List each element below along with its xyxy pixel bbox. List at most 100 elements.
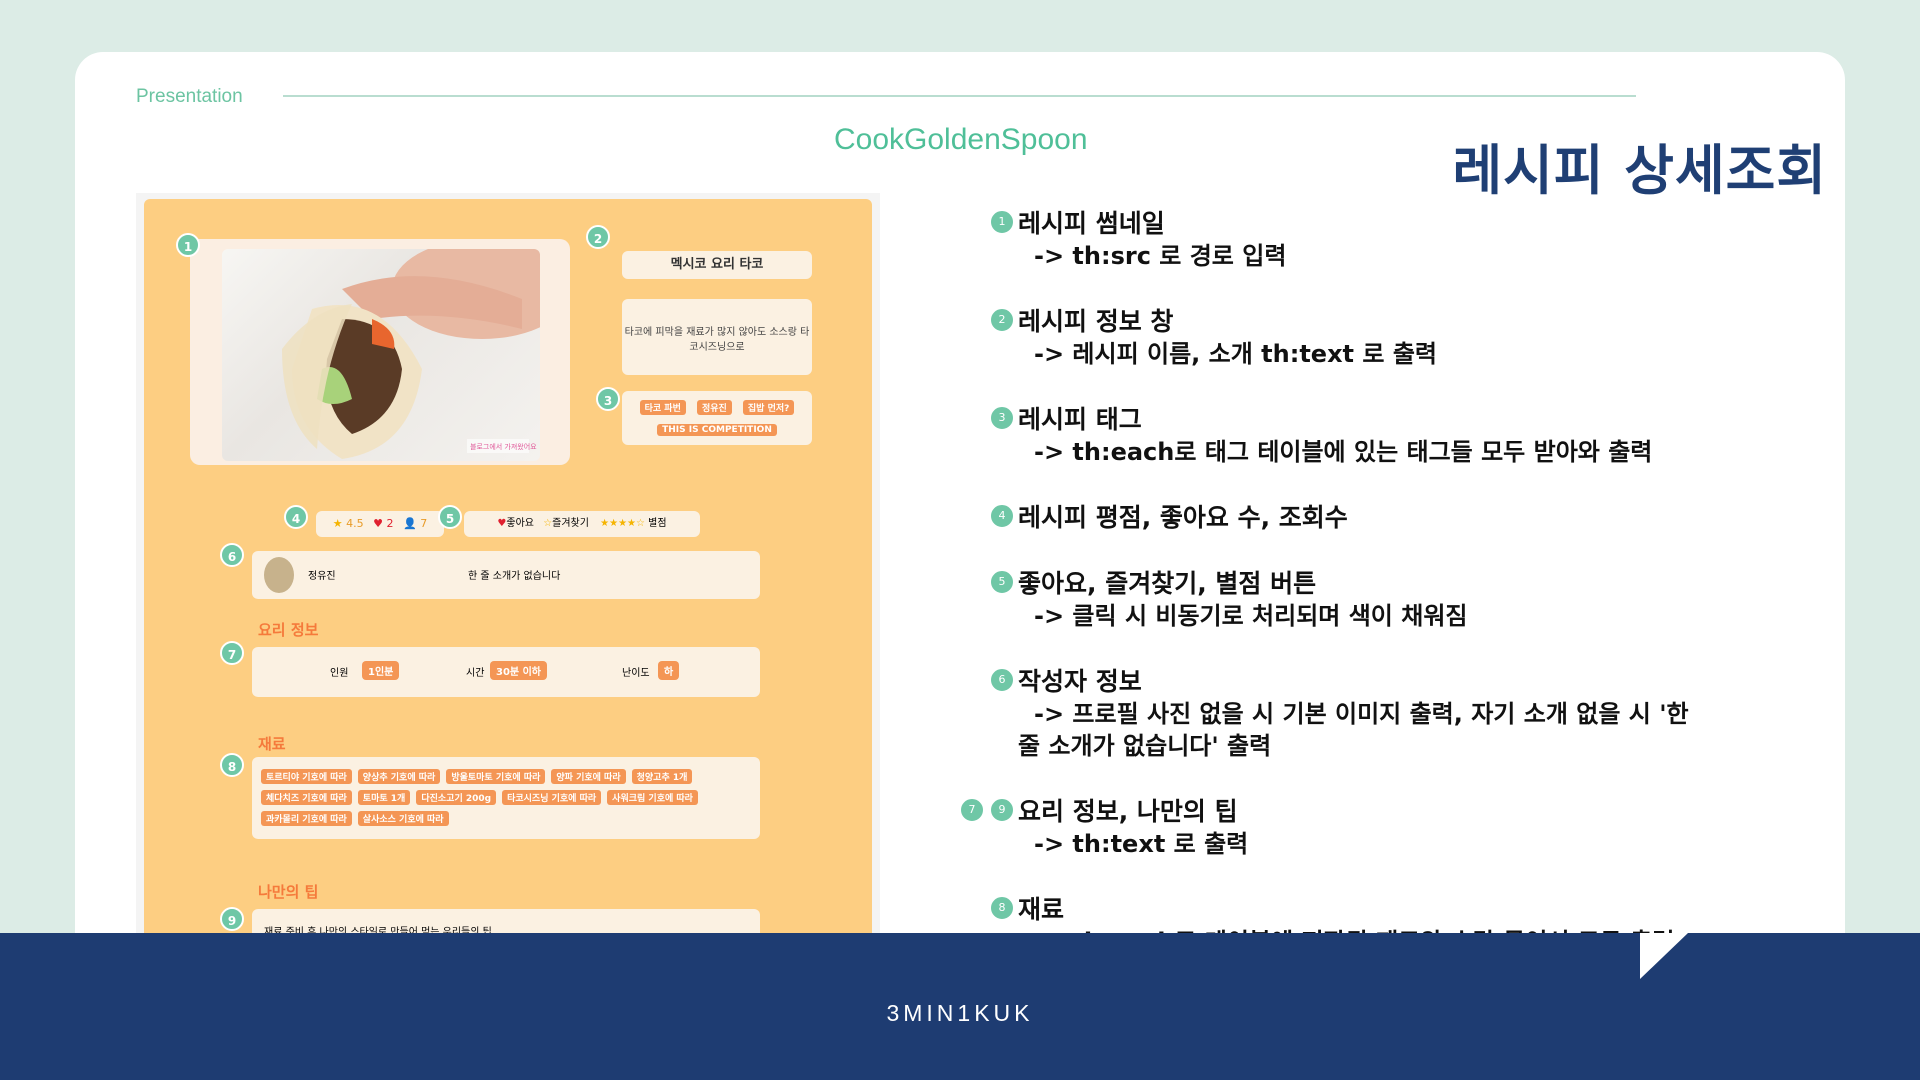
rating-value: 4.5 xyxy=(346,517,364,530)
ingredient-item: 과카몰리 기호에 따라 xyxy=(261,811,352,826)
ingredient-item: 다진소고기 200g xyxy=(416,790,497,805)
ingredient-item: 토마토 1개 xyxy=(357,790,411,805)
note-number: 8 xyxy=(990,896,1014,920)
footer-corner xyxy=(1640,933,1688,979)
note-item: 6 작성자 정보 -> 프로필 사진 없을 시 기본 이미지 출력, 자기 소개… xyxy=(990,666,1710,762)
marker-1: 1 xyxy=(176,233,200,257)
note-number-extra: 7 xyxy=(960,798,984,822)
star-icon: ★ xyxy=(332,517,343,530)
author-info: 정유진 한 줄 소개가 없습니다 xyxy=(252,551,760,599)
marker-2: 2 xyxy=(586,225,610,249)
people-label: 인원 xyxy=(330,668,349,679)
marker-8: 8 xyxy=(220,753,244,777)
note-item: 7 9 요리 정보, 나만의 팁 -> th:text 로 출력 xyxy=(960,796,1710,860)
author-intro: 한 줄 소개가 없습니다 xyxy=(468,571,561,582)
marker-6: 6 xyxy=(220,543,244,567)
avatar xyxy=(264,557,294,593)
note-detail: -> 레시피 이름, 소개 th:text 로 출력 xyxy=(1034,340,1437,368)
note-number: 1 xyxy=(990,210,1014,234)
ingredients-heading: 재료 xyxy=(258,735,286,753)
thumbnail-watermark: 블로그에서 가져왔어요 xyxy=(470,442,537,451)
note-title: 재료 xyxy=(1018,895,1065,924)
recipe-detail-panel: 블로그에서 가져왔어요 멕시코 요리 타코 타코에 피막을 재료가 많지 않아도… xyxy=(144,199,872,978)
note-number: 4 xyxy=(990,504,1014,528)
author-name: 정유진 xyxy=(308,571,336,582)
note-number: 9 xyxy=(990,798,1014,822)
note-item: 3 레시피 태그 -> th:each로 태그 테이블에 있는 태그들 모두 받… xyxy=(990,404,1710,468)
note-title: 레시피 썸네일 xyxy=(1018,209,1165,238)
recipe-title: 멕시코 요리 타코 xyxy=(622,251,812,279)
note-item: 4 레시피 평점, 좋아요 수, 조회수 xyxy=(990,502,1710,534)
marker-3: 3 xyxy=(596,387,620,411)
ingredient-item: 타코시즈닝 기호에 따라 xyxy=(502,790,602,805)
note-title: 요리 정보, 나만의 팁 xyxy=(1018,797,1238,826)
ingredient-item: 토르티야 기호에 따라 xyxy=(261,769,352,784)
brand-name: CookGoldenSpoon xyxy=(834,123,1088,156)
note-title: 레시피 태그 xyxy=(1018,405,1142,434)
note-item: 2 레시피 정보 창 -> 레시피 이름, 소개 th:text 로 출력 xyxy=(990,306,1710,370)
note-title: 좋아요, 즐겨찾기, 별점 버튼 xyxy=(1018,569,1317,598)
ingredient-item: 청양고추 1개 xyxy=(631,769,693,784)
recipe-detail-screenshot: 블로그에서 가져왔어요 멕시코 요리 타코 타코에 피막을 재료가 많지 않아도… xyxy=(136,193,880,978)
level-label: 난이도 xyxy=(622,668,650,679)
time-value: 30분 이하 xyxy=(490,661,547,680)
note-title: 레시피 정보 창 xyxy=(1018,307,1174,336)
note-title: 작성자 정보 xyxy=(1018,667,1142,696)
tag-item[interactable]: 집밥 먼저? xyxy=(742,400,795,415)
cook-info: 인원 1인분 시간 30분 이하 난이도 하 xyxy=(252,647,760,697)
annotation-list: 1 레시피 썸네일 -> th:src 로 경로 입력 2 레시피 정보 창 -… xyxy=(960,208,1710,992)
note-item: 1 레시피 썸네일 -> th:src 로 경로 입력 xyxy=(990,208,1710,272)
taco-image: 블로그에서 가져왔어요 xyxy=(282,249,540,459)
score-label: 별점 xyxy=(648,518,667,529)
note-detail: -> th:src 로 경로 입력 xyxy=(1034,242,1287,270)
people-value: 1인분 xyxy=(362,661,400,680)
like-button[interactable]: ♥좋아요 xyxy=(497,518,534,529)
note-detail: -> 클릭 시 비동기로 처리되며 색이 채워짐 xyxy=(1034,602,1468,630)
recipe-stats: ★ 4.5 ♥ 2 👤 7 xyxy=(316,511,444,537)
ingredient-item: 살사소스 기호에 따라 xyxy=(357,811,449,826)
ingredient-item: 방울토마토 기호에 따라 xyxy=(446,769,546,784)
recipe-tags: 타코 파번 정유진 집밥 먼저? THIS IS COMPETITION xyxy=(622,391,812,445)
tag-item[interactable]: 타코 파번 xyxy=(639,400,686,415)
recipe-thumbnail: 블로그에서 가져왔어요 xyxy=(222,249,540,461)
note-item: 5 좋아요, 즐겨찾기, 별점 버튼 -> 클릭 시 비동기로 처리되며 색이 … xyxy=(990,568,1710,632)
heart-icon: ♥ xyxy=(373,517,384,530)
views-count: 7 xyxy=(420,517,428,530)
level-value: 하 xyxy=(658,661,680,680)
marker-9: 9 xyxy=(220,907,244,931)
tag-item[interactable]: THIS IS COMPETITION xyxy=(657,424,777,436)
time-label: 시간 xyxy=(466,668,485,679)
cook-info-heading: 요리 정보 xyxy=(258,621,319,639)
star-outline-icon: ☆ xyxy=(543,518,553,529)
recipe-description: 타코에 피막을 재료가 많지 않아도 소스랑 타코시즈닝으로 xyxy=(622,299,812,375)
note-detail: -> th:each로 태그 테이블에 있는 태그들 모두 받아와 출력 xyxy=(1034,438,1653,466)
marker-5: 5 xyxy=(438,505,462,529)
marker-4: 4 xyxy=(284,505,308,529)
marker-7: 7 xyxy=(220,641,244,665)
ingredient-item: 체다치즈 기호에 따라 xyxy=(261,790,352,805)
note-number: 2 xyxy=(990,308,1014,332)
note-number: 3 xyxy=(990,406,1014,430)
score-stars[interactable]: ★★★★☆ xyxy=(600,518,645,529)
note-detail: -> th:text 로 출력 xyxy=(1034,830,1249,858)
tip-heading: 나만의 팁 xyxy=(258,883,319,901)
ingredients-list: 토르티야 기호에 따라 양상추 기호에 따라 방울토마토 기호에 따라 양파 기호에 … xyxy=(252,757,760,839)
tag-item[interactable]: 정유진 xyxy=(696,400,732,415)
thumbnail-frame: 블로그에서 가져왔어요 xyxy=(190,239,570,465)
favorite-button[interactable]: ☆즐겨찾기 xyxy=(543,518,589,529)
note-title: 레시피 평점, 좋아요 수, 조회수 xyxy=(1018,503,1348,532)
section-label: Presentation xyxy=(136,86,243,107)
person-icon: 👤 xyxy=(403,517,417,530)
recipe-actions: ♥좋아요 ☆즐겨찾기 ★★★★☆ 별점 xyxy=(464,511,700,537)
ingredient-item: 양상추 기호에 따라 xyxy=(357,769,441,784)
ingredient-item: 사워크림 기호에 따라 xyxy=(607,790,698,805)
slide-title: 레시피 상세조회 xyxy=(1452,139,1827,202)
likes-count: 2 xyxy=(386,517,394,530)
note-number: 6 xyxy=(990,668,1014,692)
ingredient-item: 양파 기호에 따라 xyxy=(551,769,626,784)
footer-text: 3MIN1KUK xyxy=(886,1000,1034,1026)
note-detail: -> 프로필 사진 없을 시 기본 이미지 출력, 자기 소개 없을 시 '한 xyxy=(1034,700,1689,728)
note-detail-continued: 줄 소개가 없습니다' 출력 xyxy=(1018,732,1272,760)
header-divider xyxy=(283,95,1636,97)
note-number: 5 xyxy=(990,570,1014,594)
